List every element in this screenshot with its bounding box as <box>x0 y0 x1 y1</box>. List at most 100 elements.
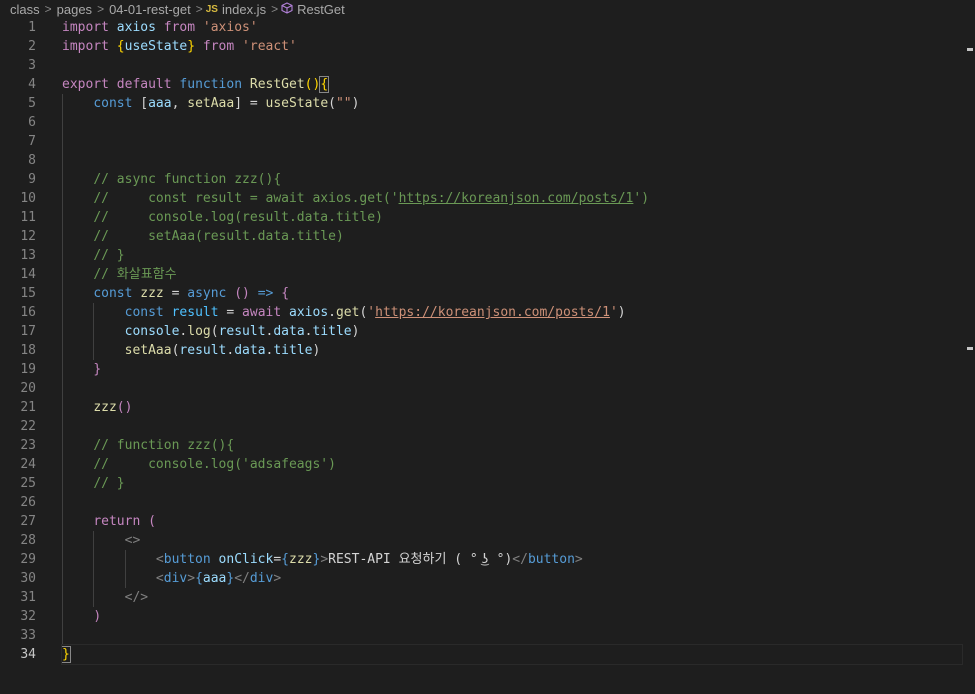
code-token: result <box>171 305 219 320</box>
code-line[interactable]: const [aaa, setAaa] = useState("") <box>62 94 962 113</box>
code-line[interactable]: const zzz = async () => { <box>62 284 962 303</box>
code-token: { <box>116 39 125 54</box>
breadcrumb-item-pages[interactable]: pages <box>55 2 94 17</box>
code-token: await <box>242 305 282 320</box>
indent-guide <box>62 455 63 474</box>
code-token: > <box>574 552 583 567</box>
breadcrumb-item-folder[interactable]: 04-01-rest-get <box>107 2 193 17</box>
code-line[interactable]: } <box>62 360 962 379</box>
indent-guide <box>62 417 63 436</box>
code-token: ' <box>367 305 376 320</box>
indent-guide <box>62 265 63 284</box>
indent-guide <box>62 284 63 303</box>
code-line[interactable]: console.log(result.data.title) <box>62 322 962 341</box>
breadcrumb-symbol[interactable]: RestGet <box>297 2 347 17</box>
code-line[interactable]: // console.log('adsafeags') <box>62 455 962 474</box>
code-line[interactable] <box>62 56 962 75</box>
code-line[interactable]: // setAaa(result.data.title) <box>62 227 962 246</box>
code-token: result <box>218 324 266 339</box>
code-line[interactable] <box>62 417 962 436</box>
symbol-cube-icon <box>281 1 293 17</box>
indent-guide <box>93 341 95 360</box>
code-area[interactable]: import axios from 'axios' import {useStat… <box>61 18 963 665</box>
line-number-gutter: 1 2 3 4 5 6 7 8 9 10 11 12 13 14 15 16 17 18 19 20 21 22 23 24 2… <box>0 18 52 664</box>
code-line[interactable]: ) <box>62 607 962 626</box>
code-token: button <box>163 552 211 567</box>
code-line[interactable]: import {useState} from 'react' <box>62 37 962 56</box>
code-token: onClick <box>218 552 274 567</box>
code-line[interactable]: <button onClick={zzz}>REST-API 요청하기 ( ° … <box>62 550 962 569</box>
line-number: 5 <box>28 96 36 111</box>
breadcrumb-file[interactable]: index.js <box>222 2 268 17</box>
line-number: 24 <box>20 457 36 472</box>
code-token: <> <box>124 533 141 548</box>
code-token: // console.log(result.data.title) <box>93 210 383 225</box>
code-token: = <box>163 286 188 301</box>
code-token: > <box>320 552 329 567</box>
code-line[interactable]: <div>{aaa}</div> <box>62 569 962 588</box>
code-token: axios <box>289 305 329 320</box>
code-token: async <box>187 286 227 301</box>
code-token: zzz <box>289 552 313 567</box>
line-number: 2 <box>28 39 36 54</box>
code-token: () <box>304 77 321 92</box>
code-token: () <box>234 286 250 301</box>
code-line[interactable]: // 화살표함수 <box>62 265 962 284</box>
code-token: export <box>62 77 109 92</box>
code-token: // 화살표함수 <box>93 267 177 282</box>
code-token: REST-API 요청하기 ( ° ͜ʖ °) <box>328 552 513 567</box>
indent-guide <box>93 322 95 341</box>
code-line[interactable]: const result = await axios.get('https://… <box>62 303 962 322</box>
code-line[interactable]: </> <box>62 588 962 607</box>
code-token: // async function zzz(){ <box>93 172 282 187</box>
code-line[interactable]: // const result = await axios.get('https… <box>62 189 962 208</box>
code-token: ) <box>312 343 321 358</box>
code-line[interactable] <box>62 151 962 170</box>
code-line[interactable]: // async function zzz(){ <box>62 170 962 189</box>
code-line[interactable] <box>62 379 962 398</box>
code-token: const <box>93 286 133 301</box>
code-line[interactable]: <> <box>62 531 962 550</box>
code-line[interactable]: // } <box>62 474 962 493</box>
code-line[interactable]: import axios from 'axios' <box>62 18 962 37</box>
code-line[interactable]: zzz() <box>62 398 962 417</box>
code-line[interactable]: // console.log(result.data.title) <box>62 208 962 227</box>
breadcrumb-item-class[interactable]: class <box>0 2 42 17</box>
line-number: 1 <box>28 20 36 35</box>
code-token: zzz <box>93 400 117 415</box>
code-line[interactable] <box>62 626 962 645</box>
line-number: 25 <box>20 476 36 491</box>
vertical-scrollbar[interactable] <box>965 18 975 694</box>
indent-guide <box>62 341 63 360</box>
indent-guide <box>93 531 95 550</box>
code-token: , <box>171 96 188 111</box>
code-token: => <box>257 286 274 301</box>
code-line[interactable]: } <box>61 644 963 665</box>
code-line[interactable] <box>62 493 962 512</box>
code-line[interactable]: return ( <box>62 512 962 531</box>
indent-guide <box>93 550 95 569</box>
code-line[interactable]: // function zzz(){ <box>62 436 962 455</box>
code-token: { <box>195 571 203 586</box>
code-token: data <box>234 343 266 358</box>
indent-guide <box>62 303 63 322</box>
code-line[interactable]: setAaa(result.data.title) <box>62 341 962 360</box>
indent-guide <box>62 398 63 417</box>
indent-guide <box>93 569 95 588</box>
code-line[interactable] <box>62 132 962 151</box>
code-line[interactable]: export default function RestGet(){ <box>62 75 962 94</box>
code-editor[interactable]: 1 2 3 4 5 6 7 8 9 10 11 12 13 14 15 16 17 18 19 20 21 22 23 24 2… <box>0 18 975 694</box>
code-token: () <box>116 400 133 415</box>
code-line[interactable] <box>62 113 962 132</box>
code-line[interactable]: // } <box>62 246 962 265</box>
